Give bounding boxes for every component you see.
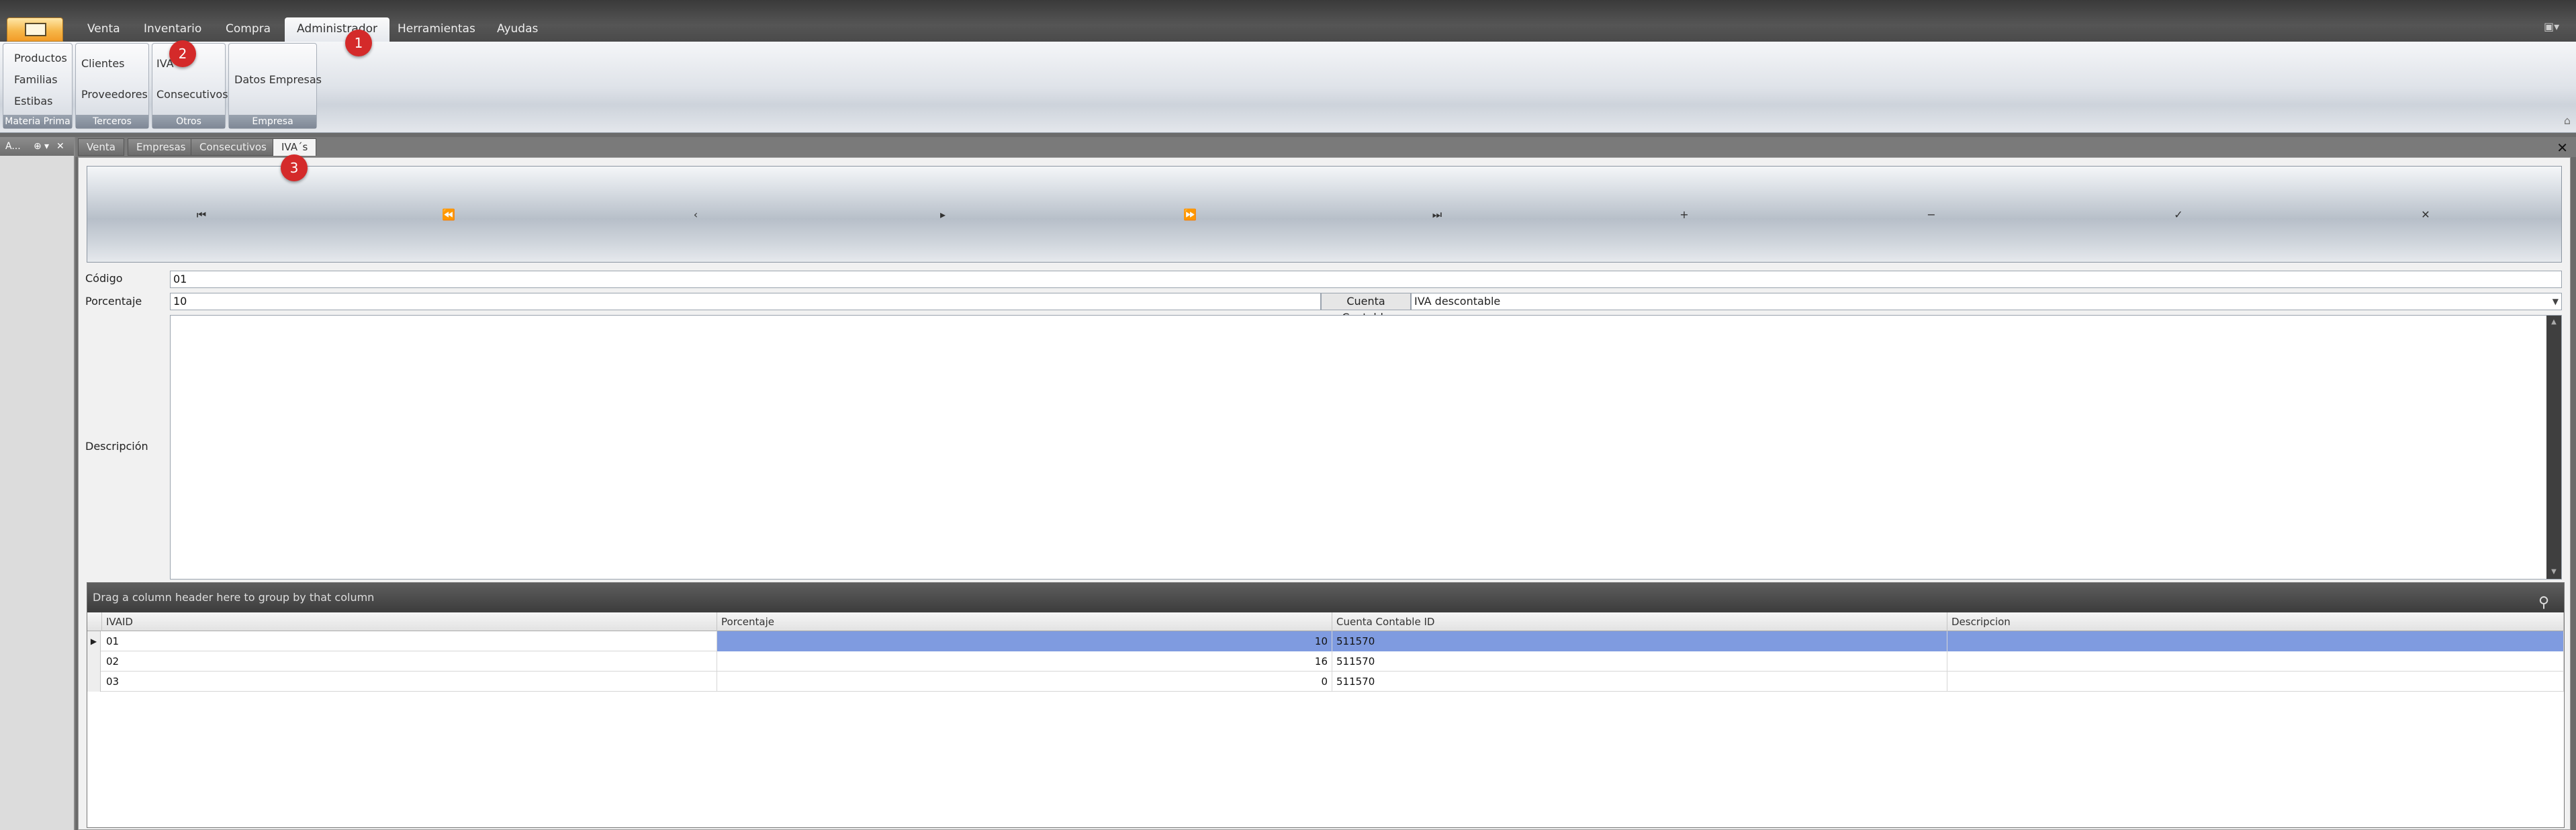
grid-header: IVAID Porcentaje Cuenta Contable ID Desc… (87, 612, 2564, 631)
callout-badge-1: 1 (345, 30, 372, 56)
column-header-ivaid[interactable]: IVAID (102, 612, 717, 631)
callout-badge-3: 3 (281, 154, 308, 181)
column-header-porcentaje[interactable]: Porcentaje (717, 612, 1332, 631)
cancel-icon[interactable]: ✕ (2412, 207, 2439, 223)
codigo-field[interactable]: 01 (170, 271, 2562, 288)
ribbon: Productos Familias Estibas Materia Prima… (0, 42, 2576, 133)
record-navigator: ⏮ ⏪ ‹ ▸ ⏩ ⏭ + − ✓ ✕ (87, 166, 2562, 263)
cell-porcentaje[interactable]: 16 (717, 651, 1332, 672)
scroll-up-icon[interactable]: ▲ (2546, 316, 2561, 329)
doc-tab-venta[interactable]: Venta (78, 138, 124, 156)
codigo-label: Código (85, 272, 123, 285)
left-dock-header: A... ⊕ ▾ ✕ (0, 137, 74, 156)
menu-tab-inventario[interactable]: Inventario (132, 17, 214, 42)
menu-tab-venta[interactable]: Venta (75, 17, 132, 42)
cell-ivaid[interactable]: 02 (102, 651, 717, 672)
porcentaje-field[interactable]: 10 (170, 293, 1321, 310)
ribbon-item-clientes[interactable]: Clientes (81, 57, 125, 70)
column-header-descripcion[interactable]: Descripcion (1947, 612, 2564, 631)
ribbon-group-caption: Empresa (229, 115, 316, 128)
ribbon-group-empresa: Datos Empresas Empresa (228, 43, 322, 129)
left-dock-panel: A... ⊕ ▾ ✕ (0, 137, 75, 830)
ribbon-group-caption: Materia Prima (3, 115, 72, 128)
cell-descripcion[interactable] (1947, 672, 2564, 692)
row-indicator (87, 672, 101, 692)
cell-porcentaje[interactable]: 10 (717, 631, 1332, 651)
group-panel-text: Drag a column header here to group by th… (93, 591, 375, 604)
descripcion-scrollbar[interactable]: ▲ ▼ (2546, 316, 2561, 579)
cell-descripcion[interactable] (1947, 631, 2564, 651)
ribbon-group-caption: Terceros (76, 115, 148, 128)
row-indicator (87, 651, 101, 672)
left-dock-title: A... (5, 141, 21, 152)
document-tabs: Venta Empresas Consecutivos IVA´s ✕ (75, 137, 2576, 157)
ribbon-item-proveedores[interactable]: Proveedores (81, 88, 148, 101)
iva-grid: Drag a column header here to group by th… (87, 582, 2565, 828)
cuenta-contable-select[interactable]: IVA descontable ▼ (1411, 293, 2562, 310)
ribbon-group-caption: Otros (152, 115, 225, 128)
doc-tab-empresas[interactable]: Empresas (128, 138, 195, 156)
cell-cuenta-contable-id[interactable]: 511570 (1332, 631, 1947, 651)
first-icon[interactable]: ⏮ (188, 207, 215, 223)
column-header-cuenta-contable-id[interactable]: Cuenta Contable ID (1332, 612, 1947, 631)
scroll-down-icon[interactable]: ▼ (2546, 565, 2561, 579)
ribbon-item-productos[interactable]: Productos (14, 52, 67, 64)
chevron-down-icon[interactable]: ▼ (2552, 293, 2559, 310)
next-page-icon[interactable]: ⏩ (1177, 207, 1203, 223)
menu-bar: Venta Inventario Compra Administrador He… (0, 0, 2576, 42)
close-icon[interactable]: ✕ (56, 137, 64, 156)
save-icon[interactable]: ✓ (2165, 207, 2192, 223)
last-icon[interactable]: ⏭ (1424, 207, 1451, 223)
table-row[interactable]: 02 16 511570 (87, 651, 2564, 672)
row-indicator-icon: ▶ (87, 631, 101, 651)
ribbon-item-familias[interactable]: Familias (14, 73, 58, 86)
callout-badge-2: 2 (169, 40, 196, 67)
cuenta-contable-label: Cuenta Contable (1321, 293, 1411, 324)
pin-icon[interactable]: ⊕ (34, 137, 42, 156)
table-row[interactable]: 03 0 511570 (87, 672, 2564, 692)
prev-icon[interactable]: ‹ (682, 207, 709, 223)
cell-ivaid[interactable]: 03 (102, 672, 717, 692)
cell-descripcion[interactable] (1947, 651, 2564, 672)
porcentaje-label: Porcentaje (85, 295, 142, 308)
group-panel[interactable]: Drag a column header here to group by th… (87, 583, 2564, 612)
descripcion-label: Descripción (85, 440, 148, 453)
cell-porcentaje[interactable]: 0 (717, 672, 1332, 692)
dropdown-icon[interactable]: ▾ (44, 137, 49, 156)
add-icon[interactable]: + (1671, 207, 1698, 223)
menu-tab-administrador[interactable]: Administrador (285, 17, 390, 42)
cuenta-contable-value: IVA descontable (1414, 295, 1501, 308)
menu-tab-ayudas[interactable]: Ayudas (485, 17, 550, 42)
ribbon-minimize-icon[interactable]: ⌂ (2564, 114, 2571, 127)
doc-tab-consecutivos[interactable]: Consecutivos (191, 138, 275, 156)
ribbon-group-materia-prima: Productos Familias Estibas Materia Prima (3, 43, 73, 129)
ribbon-item-consecutivos[interactable]: Consecutivos (156, 88, 228, 101)
remove-icon[interactable]: − (1918, 207, 1945, 223)
cell-cuenta-contable-id[interactable]: 511570 (1332, 672, 1947, 692)
table-row[interactable]: ▶ 01 10 511570 (87, 631, 2564, 651)
doc-tab-ivas[interactable]: IVA´s (273, 138, 317, 156)
ribbon-item-estibas[interactable]: Estibas (14, 95, 52, 107)
menu-tab-herramientas[interactable]: Herramientas (385, 17, 488, 42)
search-icon[interactable]: ⚲ (2538, 588, 2557, 611)
next-icon[interactable]: ▸ (929, 207, 956, 223)
quick-access-icon[interactable]: ▣▾ (2544, 20, 2563, 34)
ribbon-group-terceros: Clientes Proveedores Terceros (75, 43, 149, 129)
document-area: ⏮ ⏪ ‹ ▸ ⏩ ⏭ + − ✓ ✕ Código 01 Porcentaje… (78, 157, 2571, 830)
cell-ivaid[interactable]: 01 (102, 631, 717, 651)
row-indicator-header (87, 612, 102, 631)
cell-cuenta-contable-id[interactable]: 511570 (1332, 651, 1947, 672)
prev-page-icon[interactable]: ⏪ (435, 207, 462, 223)
descripcion-textarea[interactable]: ▲ ▼ (170, 315, 2562, 580)
ribbon-item-datos-empresas[interactable]: Datos Empresas (234, 73, 322, 86)
menu-tab-compra[interactable]: Compra (214, 17, 283, 42)
app-icon (25, 23, 46, 36)
close-document-icon[interactable]: ✕ (2557, 140, 2568, 156)
app-menu-button[interactable] (7, 17, 63, 42)
